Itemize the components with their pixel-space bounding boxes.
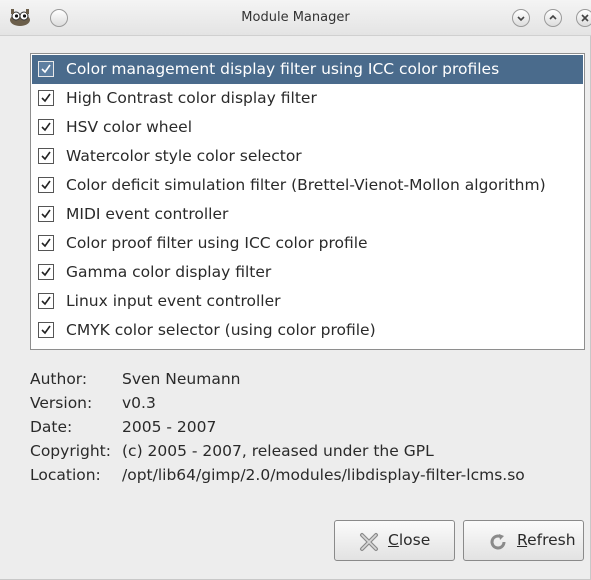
info-value: Sven Neumann	[122, 370, 241, 388]
module-label: Color deficit simulation filter (Brettel…	[66, 176, 546, 194]
module-row[interactable]: Linux input event controller	[32, 287, 583, 316]
module-label: Color proof filter using ICC color profi…	[66, 234, 368, 252]
module-label: Linux input event controller	[66, 292, 281, 310]
module-row[interactable]: MIDI event controller	[32, 200, 583, 229]
module-checkbox[interactable]	[38, 61, 54, 77]
info-key: Copyright:	[30, 442, 111, 460]
module-label: Color management display filter using IC…	[66, 60, 500, 78]
module-row[interactable]: Color proof filter using ICC color profi…	[32, 229, 583, 258]
close-icon[interactable]	[576, 9, 591, 27]
module-row[interactable]: High Contrast color display filter	[32, 84, 583, 113]
info-key: Version:	[30, 394, 93, 412]
info-value: (c) 2005 - 2007, released under the GPL	[122, 442, 434, 460]
module-label: Watercolor style color selector	[66, 147, 302, 165]
module-checkbox[interactable]	[38, 322, 54, 338]
minimize-icon[interactable]	[512, 9, 530, 27]
module-checkbox[interactable]	[38, 293, 54, 309]
refresh-icon	[488, 532, 508, 552]
module-manager-window: Module Manager Color management display …	[0, 0, 591, 580]
module-row[interactable]: Watercolor style color selector	[32, 142, 583, 171]
module-list[interactable]: Color management display filter using IC…	[30, 53, 585, 350]
module-checkbox[interactable]	[38, 90, 54, 106]
module-label: HSV color wheel	[66, 118, 192, 136]
module-label: CMYK color selector (using color profile…	[66, 321, 376, 339]
info-value: v0.3	[122, 394, 156, 412]
module-row[interactable]: CMYK color selector (using color profile…	[32, 316, 583, 345]
maximize-icon[interactable]	[544, 9, 562, 27]
module-checkbox[interactable]	[38, 148, 54, 164]
module-label: High Contrast color display filter	[66, 89, 317, 107]
title-bar[interactable]: Module Manager	[0, 0, 591, 36]
info-key: Author:	[30, 370, 88, 388]
module-checkbox[interactable]	[38, 177, 54, 193]
module-row[interactable]: Gamma color display filter	[32, 258, 583, 287]
module-checkbox[interactable]	[38, 235, 54, 251]
refresh-button[interactable]: Refresh	[463, 520, 584, 561]
info-key: Location:	[30, 466, 101, 484]
close-x-icon	[359, 532, 379, 552]
module-checkbox[interactable]	[38, 119, 54, 135]
close-button[interactable]: Close	[334, 520, 455, 561]
module-row[interactable]: Color management display filter using IC…	[32, 55, 583, 84]
module-checkbox[interactable]	[38, 206, 54, 222]
module-label: MIDI event controller	[66, 205, 229, 223]
module-label: Gamma color display filter	[66, 263, 272, 281]
module-checkbox[interactable]	[38, 264, 54, 280]
close-button-label: Close	[388, 531, 431, 549]
module-row[interactable]: Color deficit simulation filter (Brettel…	[32, 171, 583, 200]
info-value: 2005 - 2007	[122, 418, 217, 436]
info-value: /opt/lib64/gimp/2.0/modules/libdisplay-f…	[122, 466, 525, 484]
info-key: Date:	[30, 418, 73, 436]
module-row[interactable]: HSV color wheel	[32, 113, 583, 142]
refresh-button-label: Refresh	[517, 531, 576, 549]
window-title: Module Manager	[241, 10, 350, 25]
